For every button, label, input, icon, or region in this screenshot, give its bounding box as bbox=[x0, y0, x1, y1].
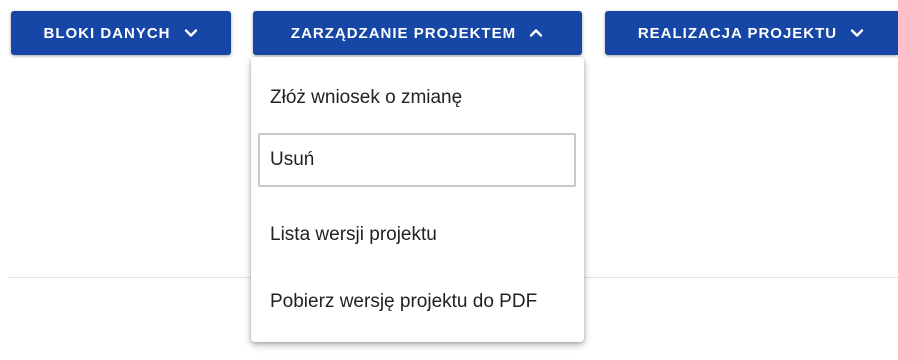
menu-item-label: Lista wersji projektu bbox=[270, 224, 437, 245]
zarzadzanie-projektem-label: ZARZĄDZANIE PROJEKTEM bbox=[290, 24, 517, 42]
bloki-danych-button[interactable]: BLOKI DANYCH bbox=[11, 11, 231, 55]
chevron-down-icon bbox=[850, 29, 864, 37]
realizacja-projektu-label: REALIZACJA PROJEKTU bbox=[637, 24, 838, 42]
menu-item-label: Usuń bbox=[270, 149, 315, 170]
chevron-down-icon bbox=[184, 29, 197, 37]
menu-item-zloz-wniosek[interactable]: Złóż wniosek o zmianę bbox=[258, 71, 576, 125]
realizacja-projektu-button[interactable]: REALIZACJA PROJEKTU bbox=[605, 11, 898, 55]
menu-item-lista-wersji[interactable]: Lista wersji projektu bbox=[258, 208, 576, 262]
menu-item-label: Pobierz wersję projektu do PDF bbox=[270, 291, 538, 312]
menu-item-usun[interactable]: Usuń bbox=[258, 133, 576, 187]
menu-item-label: Złóż wniosek o zmianę bbox=[270, 87, 463, 108]
zarzadzanie-projektem-button[interactable]: ZARZĄDZANIE PROJEKTEM bbox=[253, 11, 582, 55]
bloki-danych-label: BLOKI DANYCH bbox=[43, 24, 171, 42]
menu-item-pobierz-pdf[interactable]: Pobierz wersję projektu do PDF bbox=[258, 275, 576, 329]
chevron-up-icon bbox=[529, 29, 543, 37]
page: BLOKI DANYCH ZARZĄDZANIE PROJEKTEM REALI… bbox=[0, 0, 898, 360]
zarzadzanie-projektem-menu: Złóż wniosek o zmianę Usuń Lista wersji … bbox=[251, 57, 584, 342]
